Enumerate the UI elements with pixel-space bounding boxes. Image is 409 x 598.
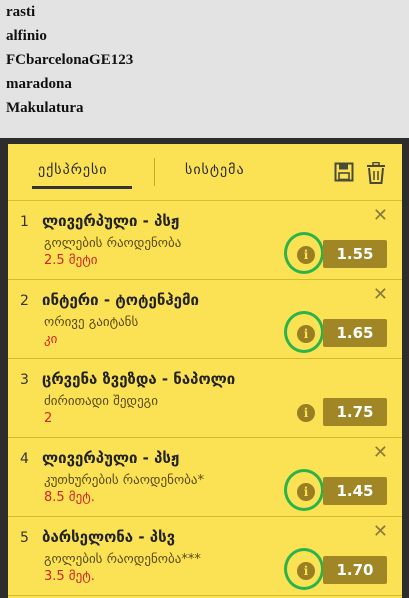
bet-market: ძირითადი შედეგი [44, 394, 158, 409]
info-icon[interactable]: i [297, 483, 315, 501]
close-icon[interactable]: ✕ [373, 207, 388, 225]
info-icon[interactable]: i [297, 325, 315, 343]
bet-index: 1 [20, 214, 29, 230]
save-icon[interactable] [334, 162, 354, 186]
username: rasti [6, 4, 36, 20]
bet-index: 4 [20, 451, 29, 467]
bet-item: 1 ლივერპული - პსჟ გოლების რაოდენობა 2.5 … [8, 201, 402, 280]
bet-item: 4 ლივერპული - პსჟ კუთხურების რაოდენობა* … [8, 438, 402, 517]
bet-item: 5 ბარსელონა - პსვ გოლების რაოდენობა*** 3… [8, 517, 402, 596]
bet-market: კუთხურების რაოდენობა* [44, 473, 204, 488]
bet-pick: კი [44, 332, 58, 347]
info-icon[interactable]: i [297, 562, 315, 580]
bet-teams: ლივერპული - პსჟ [42, 449, 180, 467]
bet-index: 3 [20, 372, 29, 388]
bet-teams: ლივერპული - პსჟ [42, 212, 180, 230]
odds-button[interactable]: 1.75 [323, 398, 387, 426]
info-icon[interactable]: i [297, 246, 315, 264]
close-icon[interactable]: ✕ [373, 523, 388, 541]
odds-button[interactable]: 1.45 [323, 477, 387, 505]
info-icon[interactable]: i [297, 404, 315, 422]
close-icon[interactable]: ✕ [373, 444, 388, 462]
username: Makulatura [6, 100, 84, 116]
bet-item: 2 ინტერი - ტოტენჰემი ორივე გაიტანს კი ✕ … [8, 280, 402, 359]
bet-market: ორივე გაიტანს [44, 315, 139, 330]
odds-button[interactable]: 1.70 [323, 556, 387, 584]
username: maradona [6, 76, 72, 92]
bet-teams: ინტერი - ტოტენჰემი [42, 291, 199, 309]
bet-market: გოლების რაოდენობა*** [44, 552, 201, 567]
bet-teams: ცრვენა ზვეზდა - ნაპოლი [42, 370, 236, 388]
bet-pick: 2.5 მეტი [44, 253, 98, 268]
username-list: rasti alfinio FCbarcelonaGE123 maradona … [6, 0, 133, 120]
odds-button[interactable]: 1.65 [323, 319, 387, 347]
bet-index: 2 [20, 293, 29, 309]
bet-pick: 2 [44, 411, 53, 426]
tab-express[interactable]: ექსპრესი [38, 162, 108, 178]
betslip-tabs: ექსპრესი სისტემა [8, 144, 402, 201]
betslip-panel: ექსპრესი სისტემა 1 ლივერპული - პსჟ გოლებ… [8, 144, 402, 598]
trash-icon[interactable] [366, 161, 386, 188]
close-icon[interactable]: ✕ [373, 286, 388, 304]
username: FCbarcelonaGE123 [6, 52, 134, 68]
bet-market: გოლების რაოდენობა [44, 236, 182, 251]
tab-divider [154, 158, 155, 186]
bet-pick: 3.5 მეტ. [44, 569, 95, 584]
bet-teams: ბარსელონა - პსვ [42, 528, 176, 546]
username: alfinio [6, 28, 47, 44]
active-tab-indicator [32, 186, 132, 189]
bet-index: 5 [20, 530, 29, 546]
tab-system[interactable]: სისტემა [185, 162, 245, 178]
odds-button[interactable]: 1.55 [323, 240, 387, 268]
bet-item: 3 ცრვენა ზვეზდა - ნაპოლი ძირითადი შედეგი… [8, 359, 402, 438]
bet-pick: 8.5 მეტ. [44, 490, 95, 505]
